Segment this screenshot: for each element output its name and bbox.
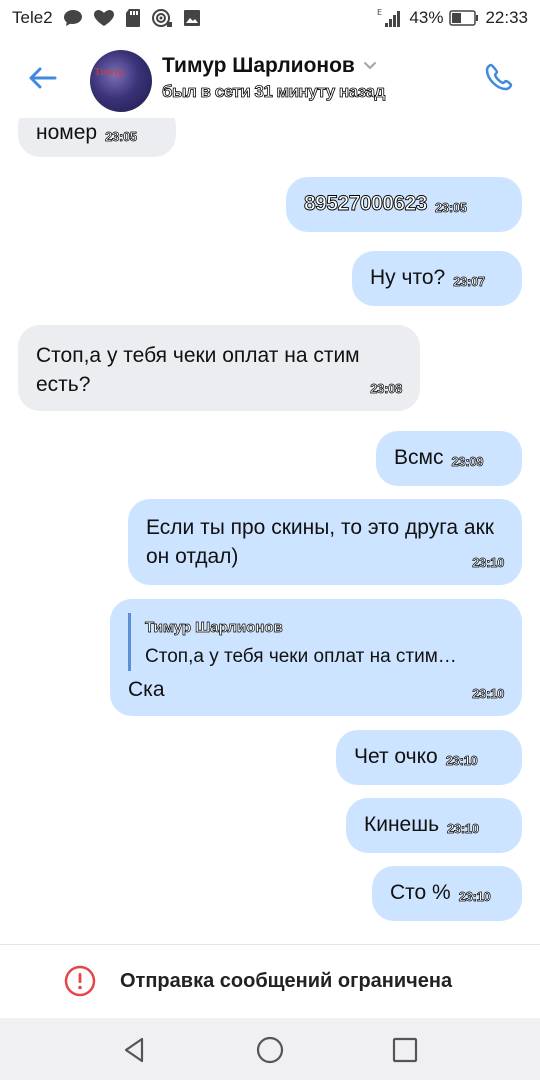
chevron-down-icon	[363, 62, 376, 70]
nav-recents-button[interactable]	[388, 1033, 422, 1067]
message-text: Ну что?	[370, 266, 446, 289]
system-nav-bar	[0, 1018, 540, 1080]
message-bubble-outgoing[interactable]: Кинешь 23:10	[346, 798, 522, 853]
nav-back-button[interactable]	[118, 1033, 152, 1067]
message-text: Сто %	[390, 881, 451, 904]
status-bar: Tele2 E 43% 22:33	[0, 0, 540, 36]
avatar[interactable]: Тимур	[90, 50, 152, 112]
contact-name: Тимур Шарлионов	[162, 54, 355, 77]
message-bubble-incoming[interactable]: Стоп,а у тебя чеки оплат на стим есть? 2…	[18, 325, 420, 411]
message-text: 89527000623	[304, 192, 428, 216]
message-text: Если ты про скины, то это друга акк он о…	[146, 516, 494, 568]
contact-status: был в сети 31 минуту назад	[162, 82, 386, 102]
message-time: 23:10	[472, 555, 505, 571]
image-icon	[183, 9, 201, 27]
message-text: Чет очко	[354, 745, 438, 768]
chat-icon	[63, 9, 83, 27]
message-list[interactable]: номер 23:05 89527000623 23:05 Ну что? 23:07…	[0, 118, 540, 944]
chat-title[interactable]: Тимур Шарлионов был в сети 31 минуту наз…	[162, 54, 386, 102]
network-label: E	[377, 8, 382, 17]
message-text: номер	[36, 121, 98, 144]
message-bubble-outgoing[interactable]: Чет очко 23:10	[336, 730, 522, 785]
messaging-restricted-bar: Отправка сообщений ограничена	[0, 944, 540, 1018]
heart-icon	[93, 9, 115, 27]
message-bubble-outgoing[interactable]: Всмс 23:09	[376, 431, 522, 486]
warning-circle-icon	[64, 965, 96, 997]
message-time: 23:10	[447, 821, 480, 837]
restricted-notice-text: Отправка сообщений ограничена	[120, 970, 453, 992]
message-text: Стоп,а у тебя чеки оплат на стим есть?	[36, 344, 360, 396]
message-time: 23:07	[453, 274, 486, 290]
battery-percent: 43%	[409, 8, 444, 27]
message-text: Всмс	[394, 446, 444, 469]
message-bubble-outgoing[interactable]: Ну что? 23:07	[352, 251, 522, 306]
clock: 22:33	[485, 8, 528, 27]
message-time: 23:10	[472, 686, 505, 702]
radar-icon	[151, 8, 173, 28]
message-time: 23:10	[458, 889, 491, 905]
message-bubble-outgoing[interactable]: Если ты про скины, то это друга акк он о…	[128, 499, 522, 585]
reply-text: Стоп,а у тебя чеки оплат на стим…	[145, 646, 457, 667]
phone-icon	[485, 63, 513, 91]
nav-home-button[interactable]	[253, 1033, 287, 1067]
arrow-left-icon	[29, 67, 57, 89]
signal-icon: E	[377, 7, 403, 29]
battery-icon	[449, 10, 479, 26]
carrier-label: Tele2	[12, 8, 53, 27]
message-text: Ска	[128, 678, 165, 701]
message-bubble-outgoing[interactable]: Тимур Шарлионов Стоп,а у тебя чеки оплат…	[110, 599, 522, 716]
message-time: 23:09	[451, 454, 484, 470]
message-time: 23:10	[445, 753, 478, 769]
avatar-text: Тимур	[94, 66, 125, 78]
message-bubble-outgoing[interactable]: 89527000623 23:05	[286, 177, 522, 232]
chat-header: Тимур Тимур Шарлионов был в сети 31 мину…	[0, 36, 540, 118]
message-bubble-outgoing[interactable]: Сто % 23:10	[372, 866, 522, 921]
reply-author: Тимур Шарлионов	[145, 619, 283, 637]
recents-square-icon	[392, 1037, 418, 1063]
message-time: 23:05	[434, 200, 468, 216]
call-button[interactable]	[478, 58, 518, 98]
message-time: 23:08	[370, 381, 403, 397]
home-circle-icon	[256, 1036, 284, 1064]
message-text: Кинешь	[364, 813, 440, 836]
message-time: 23:05	[105, 129, 138, 145]
back-triangle-icon	[124, 1037, 144, 1063]
back-button[interactable]	[22, 58, 62, 98]
message-bubble-incoming[interactable]: номер 23:05	[18, 118, 176, 157]
reply-quote[interactable]: Тимур Шарлионов Стоп,а у тебя чеки оплат…	[128, 613, 504, 671]
sd-card-icon	[125, 8, 141, 28]
